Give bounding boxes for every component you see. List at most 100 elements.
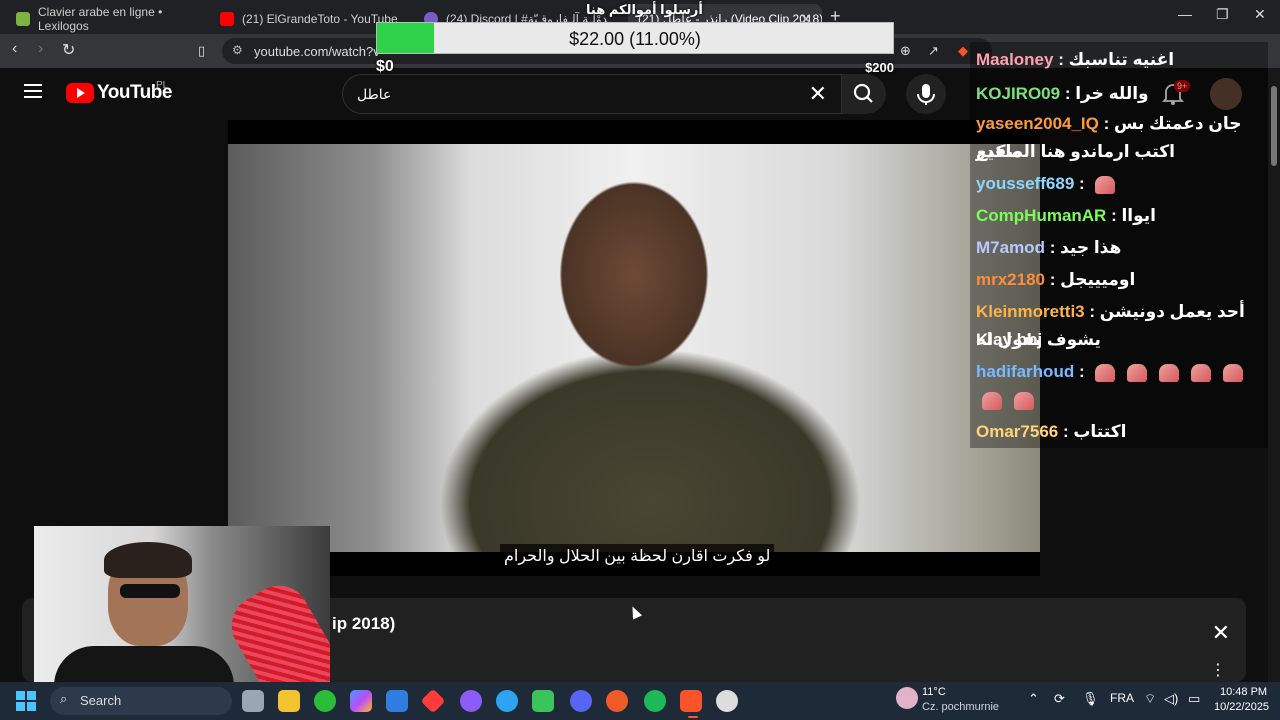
search-icon (853, 83, 873, 103)
app-orange-icon[interactable] (606, 690, 628, 712)
clear-search-icon[interactable]: ✕ (809, 81, 827, 107)
chat-username[interactable]: Omar7566 (976, 422, 1058, 441)
microphone-tray-icon[interactable]: 🎙 (1082, 691, 1099, 707)
reload-icon[interactable]: ↻ (62, 40, 75, 60)
voice-search-button[interactable] (906, 74, 946, 114)
chat-separator: : (1074, 174, 1090, 193)
webcam-hair (104, 542, 192, 578)
chat-username[interactable]: yousseff689 (976, 174, 1074, 193)
chat-emote-icon (1191, 363, 1212, 382)
search-icon: ⌕ (60, 691, 68, 706)
chat-username[interactable]: CompHumanAR (976, 206, 1106, 225)
webcam-microphone (220, 574, 330, 694)
chat-separator: : (1106, 206, 1122, 225)
wifi-icon[interactable]: ⌔ (1144, 691, 1156, 707)
chat-emote-icon (1095, 175, 1116, 194)
chat-separator: : (1074, 362, 1090, 381)
lexilogos-favicon-icon (16, 12, 30, 26)
chat-emote-icon (982, 391, 1002, 410)
active-app-indicator (688, 716, 698, 718)
tab-lexilogos[interactable]: Clavier arabe en ligne • Lexilogos (6, 4, 206, 34)
chat-emote-icon (1095, 363, 1116, 382)
chat-username[interactable]: KOJIRO09 (976, 84, 1060, 103)
chat-separator: : (1098, 114, 1114, 133)
video-player[interactable] (228, 120, 1040, 576)
chat-message-text: والله خرا (1075, 84, 1149, 103)
close-panel-icon[interactable]: ✕ (1212, 620, 1230, 646)
chat-emote-icon (1014, 391, 1034, 410)
twitch-icon[interactable] (460, 690, 482, 712)
start-button-windows-icon[interactable] (16, 691, 36, 711)
windows-taskbar: ⌕ Search 11°C Cz. pochmurnie ⌃ ⟳ 🎙 FRA ⌔… (0, 682, 1280, 720)
tab-label: (21) ElGrandeToto - YouTube (242, 12, 398, 26)
chat-message: yousseff689 : (976, 170, 1266, 198)
file-explorer-icon[interactable] (278, 690, 300, 712)
donation-min-label: $0 (376, 58, 394, 75)
weather-temperature: 11°C (922, 686, 946, 698)
chat-username[interactable]: yaseen2004_IQ (976, 114, 1099, 133)
chat-message-text: اوميييجل (1060, 270, 1136, 289)
page-scrollbar[interactable] (1268, 68, 1280, 682)
battery-icon[interactable]: ▭ (1188, 691, 1200, 707)
chat-username[interactable]: M7amod (976, 238, 1045, 257)
chat-message: M7amod : هذا جيد (976, 234, 1266, 262)
taskbar-search[interactable]: ⌕ Search (50, 687, 232, 715)
discord-icon[interactable] (570, 690, 592, 712)
chat-username[interactable]: hadifarhoud (976, 362, 1074, 381)
search-input[interactable]: عاطل ✕ (342, 74, 842, 114)
donation-amount: $22.00 (11.00%) (569, 29, 701, 49)
more-options-icon[interactable]: ⋮ (1210, 660, 1226, 680)
search-query: عاطل (357, 86, 392, 102)
close-window-icon[interactable]: ✕ (1254, 6, 1266, 23)
chat-message (976, 386, 1266, 414)
back-icon[interactable]: ‹ (12, 40, 17, 58)
brave-icon[interactable] (680, 690, 702, 712)
xbox-icon[interactable] (314, 690, 336, 712)
chat-message: Maaloney : اغنيه تناسبك (976, 46, 1266, 74)
spotify-icon[interactable] (644, 690, 666, 712)
bookmark-icon[interactable]: ▯ (198, 43, 205, 59)
sync-icon[interactable]: ⟳ (1054, 691, 1065, 707)
site-info-icon[interactable]: ⚙ (232, 43, 243, 57)
taskbar-search-label: Search (80, 693, 122, 708)
weather-icon[interactable] (896, 687, 918, 709)
brave-shield-icon[interactable]: ◆ (958, 43, 968, 59)
video-title: ip 2018) (332, 614, 396, 633)
video-subtitle: لو فكرت اقارن لحظة بين الحلال والحرام (500, 544, 775, 568)
share-icon[interactable]: ↗ (928, 43, 939, 59)
chat-separator: : (1060, 84, 1076, 103)
tray-overflow-chevron-up-icon[interactable]: ⌃ (1028, 691, 1039, 707)
chat-username[interactable]: Maaloney (976, 50, 1053, 69)
chat-message-text: اكتتاب (1073, 422, 1127, 441)
store-icon[interactable] (386, 690, 408, 712)
forward-icon[interactable]: › (38, 40, 43, 58)
maximize-icon[interactable]: ❐ (1216, 6, 1229, 23)
app-green-icon[interactable] (532, 690, 554, 712)
video-frame (228, 144, 1040, 552)
search-button[interactable] (842, 74, 886, 114)
chat-message: KOJIRO09 : والله خرا (976, 80, 1266, 108)
app-red-icon[interactable] (420, 688, 446, 714)
zoom-icon[interactable]: ⊕ (900, 43, 911, 59)
donation-progress-bar: $22.00 (11.00%) (376, 22, 894, 54)
microphone-icon (917, 84, 935, 105)
language-indicator[interactable]: FRA (1110, 691, 1134, 705)
chat-message-text: يشوف Klay bbj (976, 330, 1101, 349)
chat-username[interactable]: mrx2180 (976, 270, 1045, 289)
clock-time[interactable]: 10:48 PM (1220, 686, 1267, 698)
chat-message-text: ايواا (1121, 206, 1156, 225)
chat-username[interactable]: Kleinmoretti3 (976, 302, 1085, 321)
scrollbar-thumb[interactable] (1271, 86, 1277, 166)
donation-goal-overlay: أرسلوا أموالكم هنا $22.00 (11.00%) $0 $2… (376, 0, 896, 78)
task-view-icon[interactable] (242, 690, 264, 712)
weather-description: Cz. pochmurnie (922, 701, 1000, 713)
browser-app-icon[interactable] (496, 690, 518, 712)
tab-label: Clavier arabe en ligne • Lexilogos (38, 5, 163, 33)
volume-icon[interactable]: ◁) (1164, 691, 1178, 707)
clock-date[interactable]: 10/22/2025 (1214, 701, 1269, 713)
copilot-icon[interactable] (350, 690, 372, 712)
chat-message: Omar7566 : اكتتاب (976, 418, 1266, 446)
obs-icon[interactable] (716, 690, 738, 712)
minimize-icon[interactable]: — (1178, 6, 1192, 22)
menu-icon[interactable] (24, 84, 42, 98)
